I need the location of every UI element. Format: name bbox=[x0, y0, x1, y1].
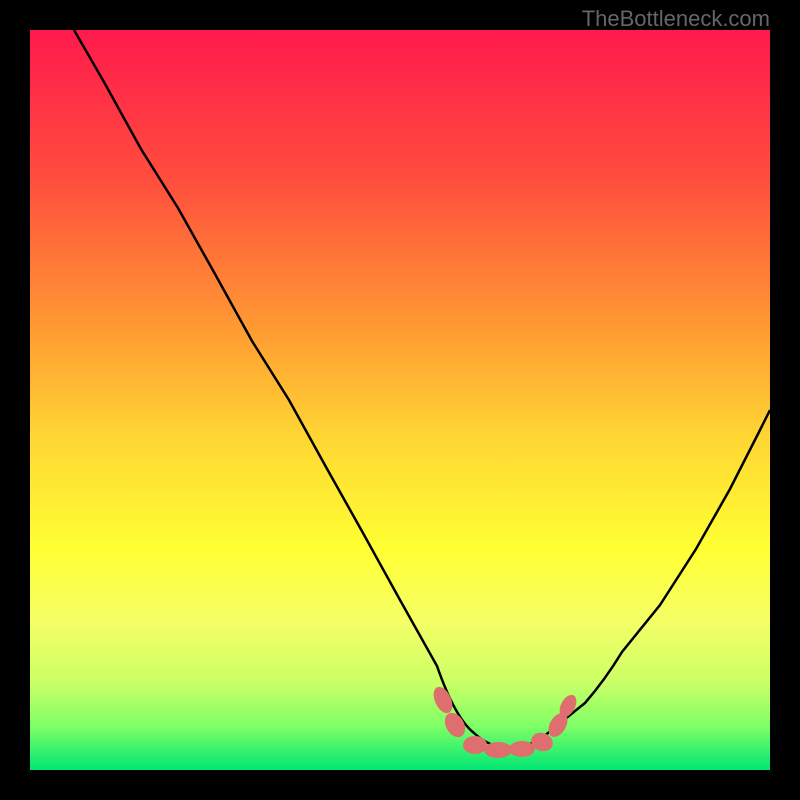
curve-layer bbox=[30, 30, 770, 770]
plot-area bbox=[30, 30, 770, 770]
watermark-text: TheBottleneck.com bbox=[582, 6, 770, 32]
highlight-region bbox=[430, 684, 580, 758]
bottleneck-curve bbox=[74, 30, 770, 748]
chart-container: TheBottleneck.com bbox=[0, 0, 800, 800]
